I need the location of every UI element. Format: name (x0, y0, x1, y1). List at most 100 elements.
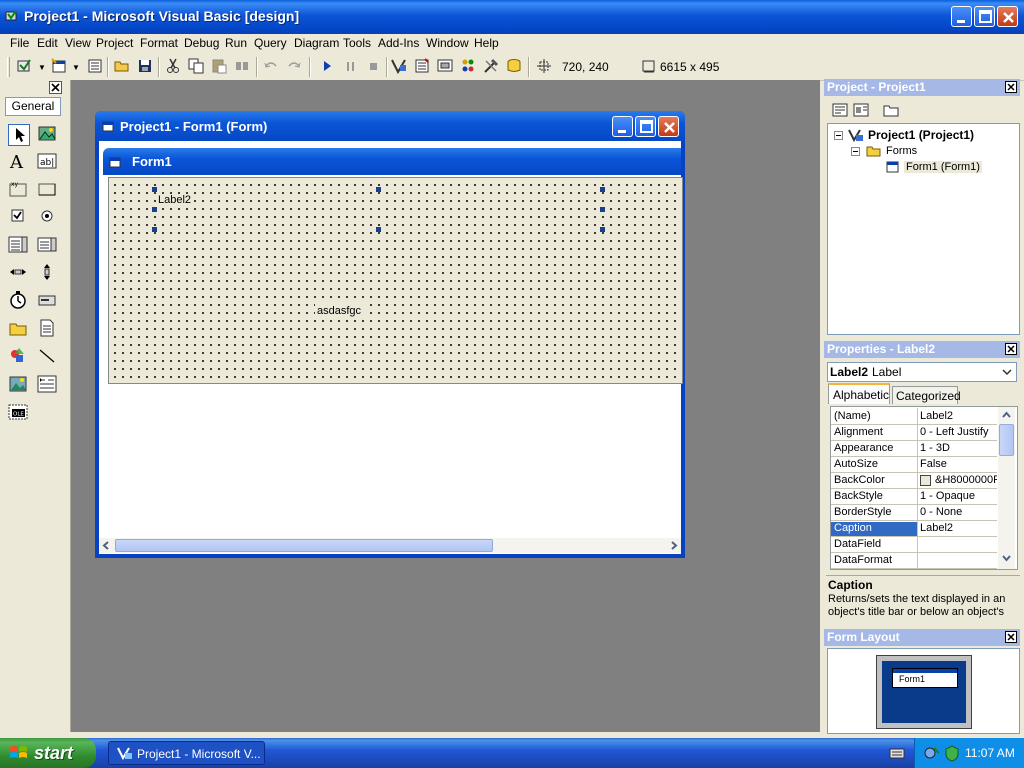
menu-diagram[interactable]: Diagram (294, 36, 339, 50)
project-explorer-icon[interactable] (390, 57, 408, 75)
dropdown-arrow-icon[interactable]: ▼ (38, 63, 46, 72)
filelistbox-tool-icon[interactable] (37, 318, 57, 338)
property-row[interactable]: BorderStyle 0 - None (831, 504, 997, 521)
object-selector-dropdown[interactable]: Label2 Label (827, 362, 1017, 382)
hscrollbar-tool-icon[interactable] (8, 262, 28, 282)
view-object-icon[interactable] (852, 101, 870, 119)
properties-panel-title-bar[interactable]: Properties - Label2 (824, 341, 1020, 358)
collapse-icon[interactable] (834, 131, 843, 140)
copy-icon[interactable] (187, 57, 205, 75)
cut-icon[interactable] (164, 57, 182, 75)
form-designer-minimize-button[interactable] (612, 116, 633, 137)
ole-tool-icon[interactable]: OLE (8, 402, 28, 422)
antivirus-icon[interactable] (943, 744, 961, 762)
scroll-thumb[interactable] (999, 424, 1014, 456)
end-icon[interactable] (364, 57, 382, 75)
toolbox-tab-general[interactable]: General (5, 97, 61, 116)
collapse-icon[interactable] (851, 147, 860, 156)
resize-handle[interactable] (152, 227, 157, 232)
drivelistbox-tool-icon[interactable] (37, 290, 57, 310)
frame-tool-icon[interactable]: xy (8, 179, 28, 199)
toggle-folders-icon[interactable] (882, 101, 900, 119)
menu-view[interactable]: View (65, 36, 91, 50)
scroll-left-icon[interactable] (101, 540, 112, 551)
image-tool-icon[interactable] (8, 374, 28, 394)
tab-alphabetic[interactable]: Alphabetic (828, 383, 890, 404)
checkbox-tool-icon[interactable] (8, 206, 28, 226)
menu-edit[interactable]: Edit (37, 36, 58, 50)
menu-format[interactable]: Format (140, 36, 178, 50)
tab-categorized[interactable]: Categorized (892, 386, 961, 404)
start-button[interactable]: start (0, 738, 96, 768)
save-icon[interactable] (136, 57, 154, 75)
property-row[interactable]: DataFormat (831, 552, 997, 569)
property-row[interactable]: (Name) Label2 (831, 408, 997, 425)
properties-window-icon[interactable] (413, 57, 431, 75)
menu-tools[interactable]: Tools (343, 36, 371, 50)
tree-project-root[interactable]: Project1 (Project1) (868, 128, 974, 142)
minimize-button[interactable] (951, 6, 972, 27)
form-designer-close-button[interactable] (658, 116, 679, 137)
resize-handle[interactable] (152, 207, 157, 212)
dropdown-arrow-icon[interactable]: ▼ (72, 63, 80, 72)
menu-add-ins[interactable]: Add-Ins (378, 36, 419, 50)
label-tool-icon[interactable]: A (8, 151, 28, 171)
start-run-icon[interactable] (318, 57, 336, 75)
find-icon[interactable] (233, 57, 251, 75)
form1-design-surface[interactable]: Label2 asdasfgc (108, 177, 683, 384)
tree-forms-folder[interactable]: Forms (886, 145, 917, 157)
form-layout-icon[interactable] (436, 57, 454, 75)
menu-run[interactable]: Run (225, 36, 247, 50)
project-panel-close-button[interactable] (1005, 81, 1017, 93)
menu-editor-icon[interactable] (86, 57, 104, 75)
scroll-right-icon[interactable] (668, 540, 679, 551)
optionbutton-tool-icon[interactable] (37, 206, 57, 226)
menu-debug[interactable]: Debug (184, 36, 219, 50)
property-row[interactable]: Alignment 0 - Left Justify (831, 424, 997, 441)
property-row[interactable]: AutoSize False (831, 456, 997, 473)
text-control[interactable]: asdasfgc (315, 304, 367, 320)
properties-vscrollbar[interactable] (998, 407, 1015, 569)
combobox-tool-icon[interactable] (8, 234, 28, 254)
form1-title-bar[interactable]: Form1 (103, 148, 681, 175)
menu-file[interactable]: File (10, 36, 29, 50)
textbox-tool-icon[interactable]: ab| (37, 151, 57, 171)
resize-handle[interactable] (376, 227, 381, 232)
tree-form1-item[interactable]: Form1 (Form1) (904, 161, 982, 173)
vscrollbar-tool-icon[interactable] (37, 262, 57, 282)
properties-panel-close-button[interactable] (1005, 343, 1017, 355)
property-row[interactable]: BackColor &H8000000F (831, 472, 997, 489)
app-title-bar[interactable]: Project1 - Microsoft Visual Basic [desig… (0, 0, 1024, 34)
project-panel-title-bar[interactable]: Project - Project1 (824, 79, 1020, 96)
menu-help[interactable]: Help (474, 36, 499, 50)
form-layout-panel-title-bar[interactable]: Form Layout (824, 629, 1020, 646)
menu-window[interactable]: Window (426, 36, 469, 50)
view-code-icon[interactable] (831, 101, 849, 119)
property-row-selected[interactable]: Caption Label2 (831, 520, 997, 537)
maximize-button[interactable] (974, 6, 995, 27)
picturebox-tool-icon[interactable] (37, 124, 57, 144)
form-designer-title-bar[interactable]: Project1 - Form1 (Form) (95, 111, 685, 141)
redo-icon[interactable] (285, 57, 303, 75)
object-browser-icon[interactable] (459, 57, 477, 75)
data-view-icon[interactable] (505, 57, 523, 75)
form-layout-panel-close-button[interactable] (1005, 631, 1017, 643)
scroll-up-icon[interactable] (1001, 410, 1012, 421)
menu-query[interactable]: Query (254, 36, 287, 50)
scroll-down-icon[interactable] (1001, 553, 1012, 564)
line-tool-icon[interactable] (37, 346, 57, 366)
property-row[interactable]: BackStyle 1 - Opaque (831, 488, 997, 505)
open-folder-icon[interactable] (113, 57, 131, 75)
property-row[interactable]: DataField (831, 536, 997, 553)
resize-handle[interactable] (376, 187, 381, 192)
add-form-icon[interactable] (50, 57, 68, 75)
form-position-preview[interactable]: Form1 (892, 668, 958, 688)
resize-handle[interactable] (600, 187, 605, 192)
property-row[interactable]: Appearance 1 - 3D (831, 440, 997, 457)
keyboard-icon[interactable] (889, 746, 905, 760)
menu-project[interactable]: Project (96, 36, 133, 50)
close-button[interactable] (997, 6, 1018, 27)
commandbutton-tool-icon[interactable] (37, 179, 57, 199)
network-icon[interactable] (923, 744, 941, 762)
label2-control[interactable]: Label2 (153, 190, 601, 230)
